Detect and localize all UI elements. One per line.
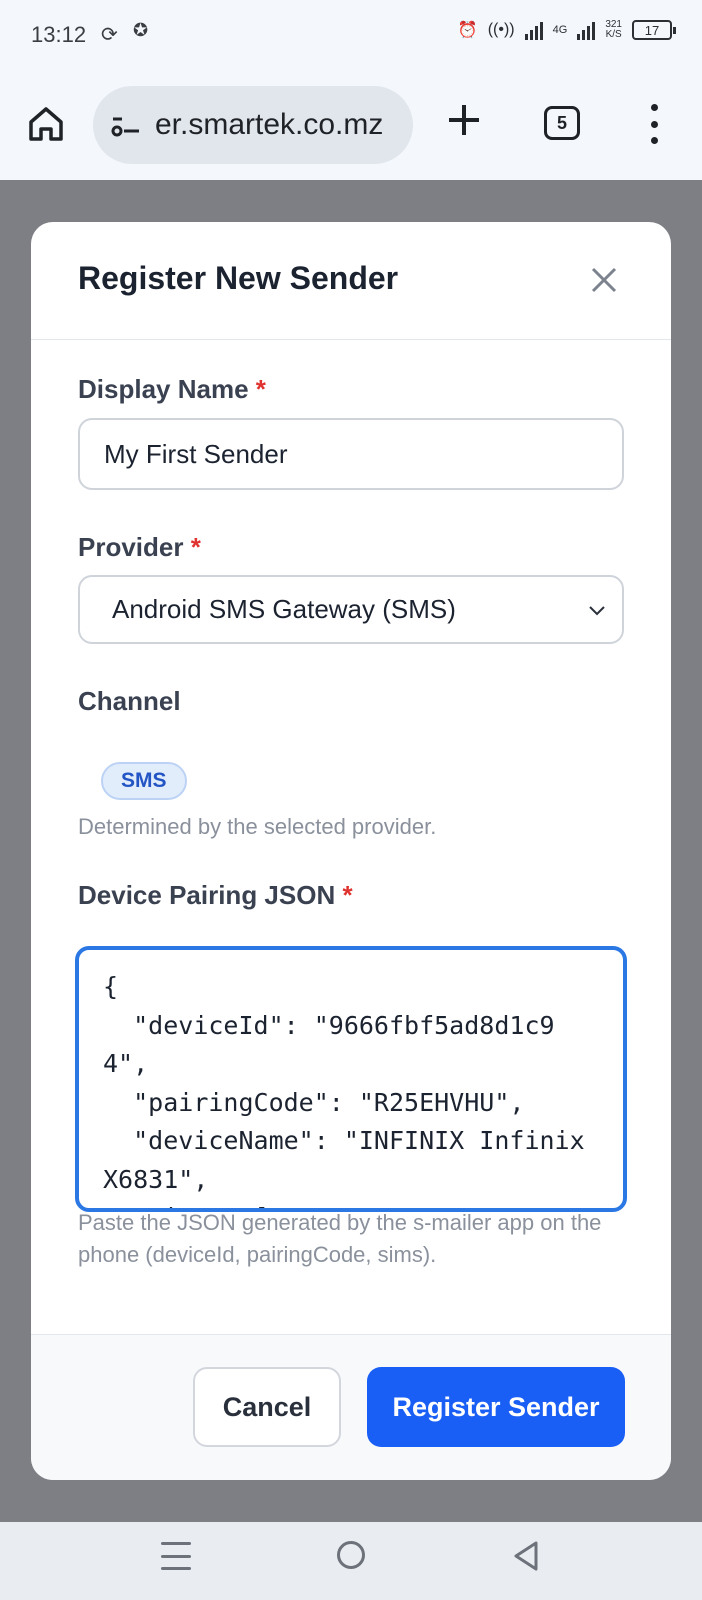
device-json-value[interactable]: { "deviceId": "9666fbf5ad8d1c94", "pairi… — [103, 968, 599, 1208]
system-nav-bar — [0, 1522, 702, 1600]
display-name-input[interactable]: My First Sender — [78, 418, 624, 490]
plus-icon[interactable] — [446, 102, 482, 138]
dialog-footer: Cancel Register Sender — [31, 1334, 671, 1480]
net-speed: 321 K/S — [605, 20, 622, 40]
register-sender-dialog: Register New Sender Display Name * My Fi… — [31, 222, 671, 1480]
channel-chip-text: SMS — [121, 769, 167, 792]
device-json-label: Device Pairing JSON * — [78, 880, 353, 911]
provider-selected-value[interactable]: Android SMS Gateway (SMS) — [112, 594, 456, 625]
battery-level: 17 — [644, 22, 660, 38]
net-speed-unit: K/S — [605, 29, 622, 40]
provider-select[interactable]: Android SMS Gateway (SMS) — [78, 575, 624, 644]
dialog-header: Register New Sender — [31, 222, 671, 340]
site-settings-icon[interactable] — [111, 110, 141, 140]
channel-chip: SMS — [101, 762, 187, 800]
display-name-label: Display Name * — [78, 374, 266, 405]
status-indicators: ⏰ ((•)) 4G 321 K/S 17 — [457, 20, 676, 40]
cancel-button-label: Cancel — [222, 1391, 312, 1422]
status-bar: 13:12 ⟳ ✪ ⏰ ((•)) 4G 321 K/S 17 — [0, 0, 702, 72]
tabs-icon[interactable]: 5 — [544, 106, 580, 140]
back-icon[interactable] — [512, 1540, 540, 1572]
status-time: 13:12 — [31, 22, 87, 47]
display-name-value[interactable]: My First Sender — [104, 439, 288, 470]
alarm-icon: ⏰ — [457, 22, 478, 39]
device-json-textarea[interactable]: { "deviceId": "9666fbf5ad8d1c94", "pairi… — [75, 946, 627, 1212]
chevron-down-icon[interactable] — [586, 599, 608, 621]
register-sender-button[interactable]: Register Sender — [367, 1367, 625, 1447]
battery-icon: 17 — [632, 20, 676, 40]
network-type: 4G — [552, 23, 568, 36]
channel-label-text: Channel — [78, 686, 181, 716]
dialog-title: Register New Sender — [78, 260, 399, 296]
address-bar[interactable]: er.smartek.co.mz — [93, 86, 413, 164]
channel-label: Channel — [78, 686, 181, 717]
channel-hint: Determined by the selected provider. — [78, 814, 437, 839]
register-button-label: Register Sender — [392, 1391, 600, 1422]
required-marker: * — [342, 880, 353, 910]
close-icon[interactable] — [586, 262, 622, 298]
device-json-hint: Paste the JSON generated by the s-mailer… — [78, 1210, 602, 1267]
browser-chrome: 13:12 ⟳ ✪ ⏰ ((•)) 4G 321 K/S 17 er.smarte… — [0, 0, 702, 180]
home-icon[interactable] — [26, 104, 66, 144]
hotspot-icon: ((•)) — [487, 21, 515, 38]
display-name-label-text: Display Name — [78, 374, 249, 404]
url-text[interactable]: er.smartek.co.mz — [155, 108, 383, 142]
device-json-label-text: Device Pairing JSON — [78, 880, 336, 910]
provider-label-text: Provider — [78, 532, 184, 562]
signal-icon — [524, 20, 543, 40]
sync-icon: ⟳ — [101, 24, 118, 46]
provider-label: Provider * — [78, 532, 201, 563]
satellite-icon: ✪ — [133, 20, 149, 40]
more-vert-icon[interactable] — [644, 104, 664, 144]
home-nav-icon[interactable] — [337, 1541, 365, 1569]
required-marker: * — [190, 532, 201, 562]
required-marker: * — [255, 374, 266, 404]
signal-icon-2 — [577, 20, 596, 40]
browser-toolbar: er.smartek.co.mz 5 — [0, 84, 702, 164]
tab-count: 5 — [556, 112, 567, 133]
cancel-button[interactable]: Cancel — [193, 1367, 341, 1447]
recents-icon[interactable] — [161, 1542, 191, 1570]
